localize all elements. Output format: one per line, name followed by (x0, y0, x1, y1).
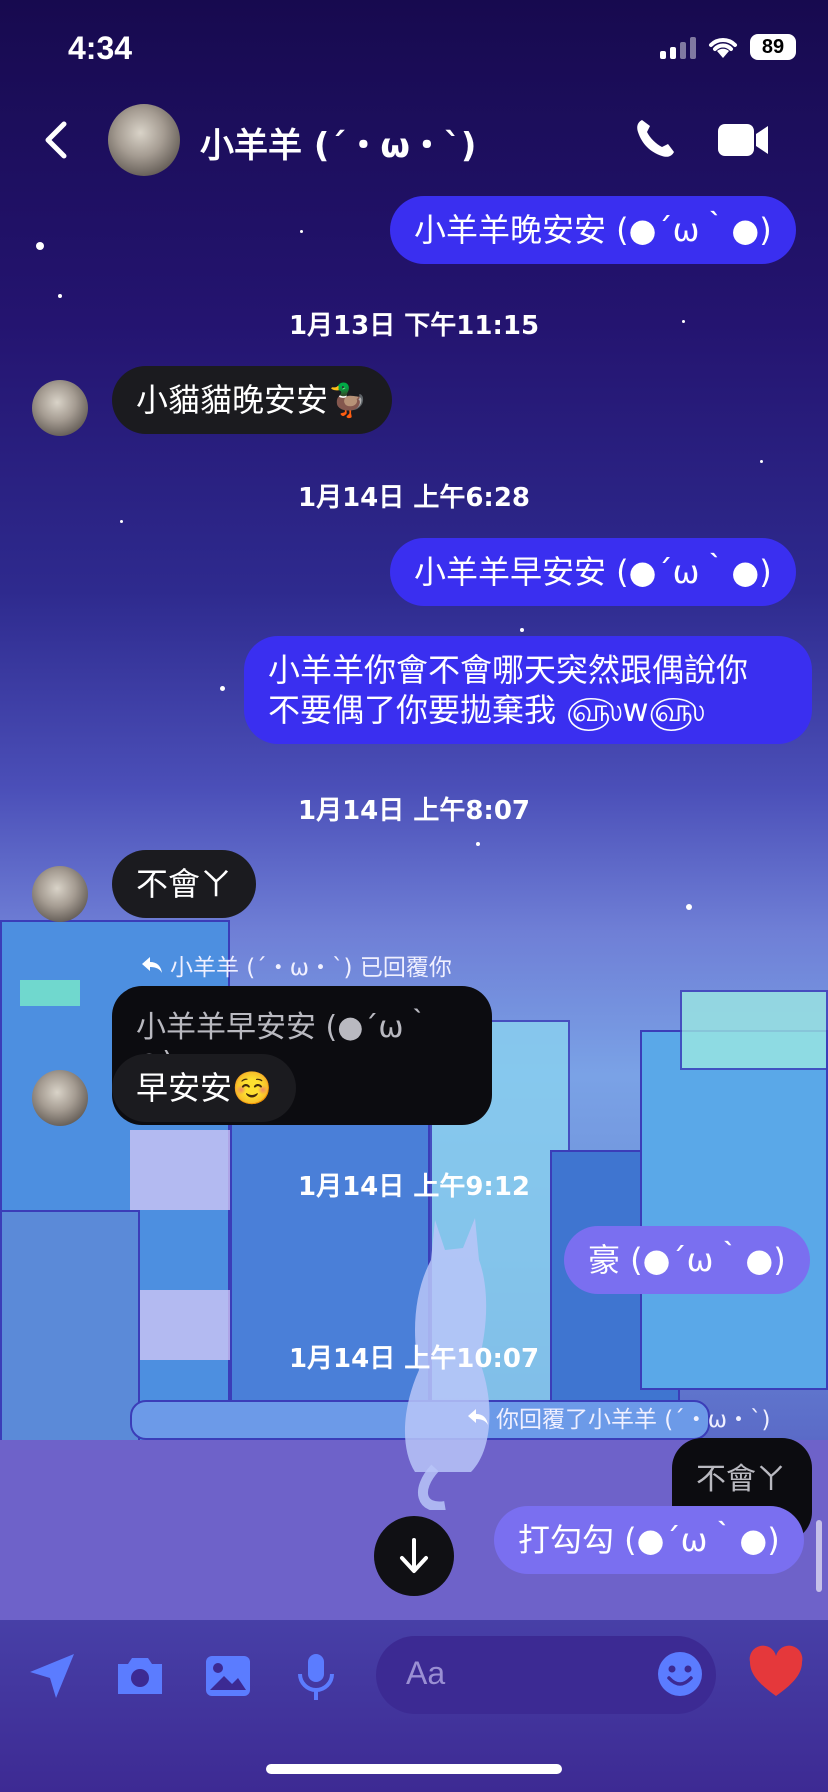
reply-indicator: 小羊羊 (´・ω・`) 已回覆你 (140, 948, 452, 982)
message-input[interactable]: Aa (376, 1636, 716, 1714)
timestamp: 1月13日 下午11:15 (288, 311, 540, 341)
outgoing-message[interactable]: 小羊羊早安安 (●´ω｀●) (390, 538, 796, 606)
incoming-message[interactable]: 小貓貓晚安安🦆 (112, 366, 392, 434)
contact-avatar[interactable] (108, 104, 180, 176)
timestamp: 1月14日 上午9:12 (298, 1172, 530, 1202)
chat-header: 小羊羊 (´・ω・`) (0, 100, 828, 190)
message-input-placeholder: Aa (406, 1655, 446, 1691)
reply-indicator-text: 你回覆了小羊羊 (´・ω・`) (496, 1407, 771, 1433)
arrow-down-icon (400, 1538, 428, 1573)
outgoing-message[interactable]: 小羊羊你會不會哪天突然跟偶說你 不要偶了你要拋棄我 ௵w௵ (244, 636, 812, 744)
avatar[interactable] (32, 380, 88, 436)
scrollbar[interactable] (816, 1520, 822, 1592)
avatar[interactable] (32, 1070, 88, 1126)
message-line: 不要偶了你要拋棄我 ௵w௵ (268, 691, 705, 729)
smiley-icon[interactable] (656, 1650, 704, 1698)
outgoing-message[interactable]: 打勾勾 (●´ω｀●) (494, 1506, 804, 1574)
battery-level: 89 (750, 34, 796, 60)
reply-arrow-icon (468, 1409, 488, 1425)
reply-arrow-icon (142, 957, 162, 973)
outgoing-message[interactable]: 小羊羊晚安安 (●´ω｀●) (390, 196, 796, 264)
incoming-message[interactable]: 早安安☺️ (112, 1054, 296, 1122)
heart-icon[interactable] (746, 1644, 806, 1704)
reply-indicator: 你回覆了小羊羊 (´・ω・`) (466, 1400, 771, 1434)
microphone-icon[interactable] (288, 1648, 344, 1704)
camera-icon[interactable] (112, 1648, 168, 1704)
contact-name[interactable]: 小羊羊 (´・ω・`) (200, 118, 476, 167)
timestamp: 1月14日 上午6:28 (298, 483, 530, 513)
incoming-message[interactable]: 不會ㄚ (112, 850, 257, 918)
avatar[interactable] (32, 866, 88, 922)
home-indicator (266, 1764, 562, 1774)
timestamp: 1月14日 上午10:07 (288, 1344, 540, 1374)
status-time: 4:34 (68, 30, 133, 66)
reply-indicator-text: 小羊羊 (´・ω・`) 已回覆你 (170, 955, 452, 981)
message-line: 小羊羊你會不會哪天突然跟偶說你 (268, 651, 749, 689)
status-bar: 4:34 89 (0, 0, 828, 100)
chevron-left-icon[interactable] (36, 118, 80, 162)
location-arrow-icon[interactable] (24, 1648, 80, 1704)
cellular-signal-icon (660, 35, 696, 59)
video-camera-icon[interactable] (716, 120, 772, 160)
timestamp: 1月14日 上午8:07 (298, 796, 530, 826)
image-icon[interactable] (200, 1648, 256, 1704)
wifi-icon (709, 38, 737, 58)
outgoing-message[interactable]: 豪 (●´ω｀●) (564, 1226, 810, 1294)
scroll-to-bottom-button[interactable] (374, 1516, 454, 1596)
phone-icon[interactable] (632, 116, 678, 162)
message-composer: Aa (0, 1630, 828, 1730)
